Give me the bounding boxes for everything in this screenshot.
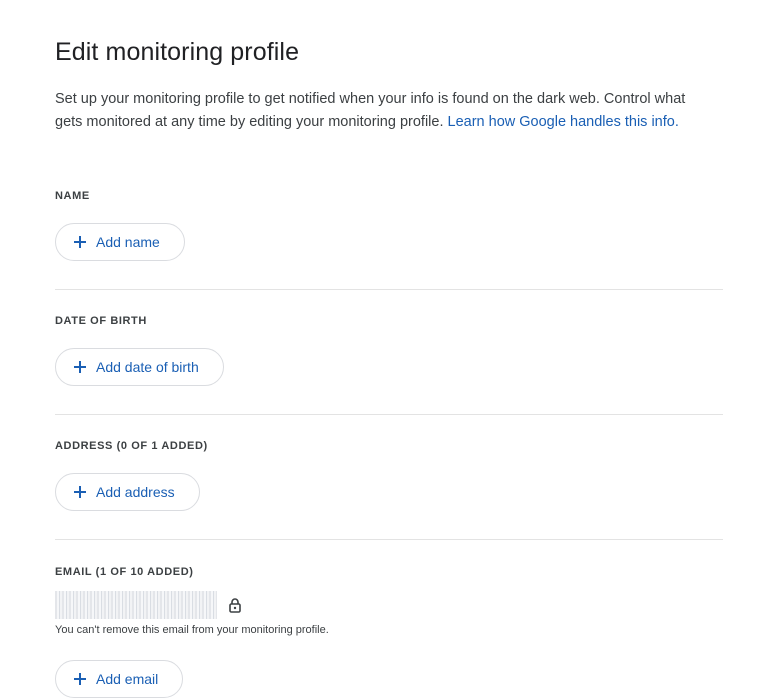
section-divider [55, 414, 723, 415]
plus-icon [74, 361, 86, 373]
email-note: You can't remove this email from your mo… [55, 624, 329, 636]
email-section: EMAIL (1 OF 10 ADDED) [55, 566, 723, 578]
address-section-label: ADDRESS (0 OF 1 ADDED) [55, 440, 208, 452]
add-email-button-label: Add email [96, 671, 159, 687]
add-name-button-label: Add name [96, 234, 160, 250]
name-section-label: NAME [55, 190, 90, 202]
plus-icon [74, 673, 86, 685]
dob-section: DATE OF BIRTH [55, 315, 723, 327]
learn-more-link[interactable]: Learn how Google handles this info. [448, 114, 679, 130]
add-email-button[interactable]: Add email [55, 660, 184, 698]
email-entry [55, 591, 243, 619]
add-date-of-birth-button[interactable]: Add date of birth [55, 348, 224, 386]
email-section-label: EMAIL (1 OF 10 ADDED) [55, 566, 194, 578]
add-date-of-birth-button-label: Add date of birth [96, 359, 199, 375]
plus-icon [74, 486, 86, 498]
section-divider [55, 289, 723, 290]
page-title: Edit monitoring profile [55, 38, 300, 66]
add-name-button[interactable]: Add name [55, 223, 185, 261]
add-address-button[interactable]: Add address [55, 473, 200, 511]
dob-section-label: DATE OF BIRTH [55, 315, 147, 327]
add-address-button-label: Add address [96, 484, 175, 500]
redacted-email-address [55, 591, 217, 619]
plus-icon [74, 236, 86, 248]
lock-icon [229, 598, 241, 613]
address-section: ADDRESS (0 OF 1 ADDED) [55, 440, 723, 452]
intro-paragraph: Set up your monitoring profile to get no… [55, 88, 715, 134]
name-section: NAME [55, 190, 723, 202]
section-divider [55, 539, 723, 540]
